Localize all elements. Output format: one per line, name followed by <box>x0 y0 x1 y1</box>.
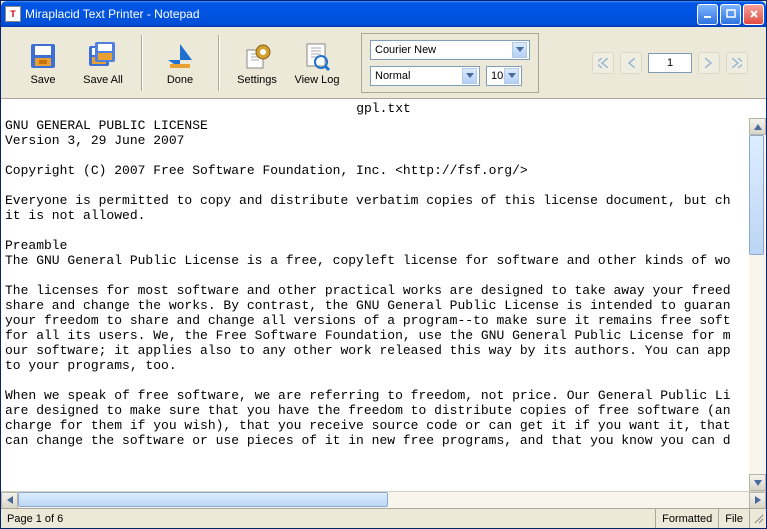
save-all-icon <box>87 40 119 72</box>
toolbar-group-tools: Settings View Log <box>223 32 351 94</box>
chevron-down-icon <box>504 68 519 84</box>
vertical-scrollbar[interactable] <box>749 118 766 491</box>
pager <box>582 52 758 74</box>
scroll-left-button[interactable] <box>1 492 18 509</box>
scroll-down-button[interactable] <box>749 474 766 491</box>
document-text[interactable]: GNU GENERAL PUBLIC LICENSE Version 3, 29… <box>1 118 766 448</box>
status-page: Page 1 of 6 <box>1 509 656 528</box>
statusbar: Page 1 of 6 Formatted File <box>1 508 766 528</box>
prev-page-button[interactable] <box>620 52 642 74</box>
save-button[interactable]: Save <box>15 32 71 94</box>
vscroll-thumb[interactable] <box>749 135 764 255</box>
minimize-button[interactable] <box>697 4 718 25</box>
next-page-button[interactable] <box>698 52 720 74</box>
app-icon: T <box>5 6 21 22</box>
save-all-button[interactable]: Save All <box>75 32 131 94</box>
content-area: gpl.txt GNU GENERAL PUBLIC LICENSE Versi… <box>1 99 766 508</box>
save-icon <box>27 40 59 72</box>
toolbar-separator <box>141 35 142 91</box>
horizontal-scrollbar[interactable] <box>1 491 766 508</box>
view-log-label: View Log <box>294 74 339 86</box>
settings-icon <box>241 40 273 72</box>
done-button[interactable]: Done <box>152 32 208 94</box>
first-page-button[interactable] <box>592 52 614 74</box>
scroll-right-button[interactable] <box>749 492 766 509</box>
view-log-icon <box>301 40 333 72</box>
hscroll-track[interactable] <box>18 492 749 509</box>
status-file: File <box>719 509 750 528</box>
font-style-value: Normal <box>375 70 462 82</box>
maximize-button[interactable] <box>720 4 741 25</box>
font-panel: Courier New Normal 10 <box>361 33 539 93</box>
toolbar-group-action: Done <box>146 32 214 94</box>
toolbar-group-file: Save Save All <box>9 32 137 94</box>
font-size-dropdown[interactable]: 10 <box>486 66 522 86</box>
last-page-button[interactable] <box>726 52 748 74</box>
font-family-value: Courier New <box>375 44 512 56</box>
save-label: Save <box>30 74 55 86</box>
close-button[interactable] <box>743 4 764 25</box>
titlebar: T Miraplacid Text Printer - Notepad <box>1 1 766 27</box>
font-size-value: 10 <box>491 70 504 82</box>
settings-button[interactable]: Settings <box>229 32 285 94</box>
resize-grip[interactable] <box>750 512 766 526</box>
font-family-dropdown[interactable]: Courier New <box>370 40 530 60</box>
font-style-dropdown[interactable]: Normal <box>370 66 480 86</box>
hscroll-thumb[interactable] <box>18 492 388 507</box>
chevron-down-icon <box>462 68 477 84</box>
view-log-button[interactable]: View Log <box>289 32 345 94</box>
text-viewport: GNU GENERAL PUBLIC LICENSE Version 3, 29… <box>1 118 766 491</box>
settings-label: Settings <box>237 74 277 86</box>
chevron-down-icon <box>512 42 527 58</box>
save-all-label: Save All <box>83 74 123 86</box>
app-window: T Miraplacid Text Printer - Notepad Save… <box>0 0 767 529</box>
status-formatted: Formatted <box>656 509 719 528</box>
page-number-input[interactable] <box>648 53 692 73</box>
vscroll-track[interactable] <box>749 135 766 474</box>
toolbar-separator <box>218 35 219 91</box>
scroll-up-button[interactable] <box>749 118 766 135</box>
done-label: Done <box>167 74 193 86</box>
window-controls <box>697 4 764 25</box>
document-filename: gpl.txt <box>1 99 766 118</box>
toolbar: Save Save All Done Settings View Log <box>1 27 766 99</box>
window-title: Miraplacid Text Printer - Notepad <box>25 7 697 21</box>
done-icon <box>164 40 196 72</box>
